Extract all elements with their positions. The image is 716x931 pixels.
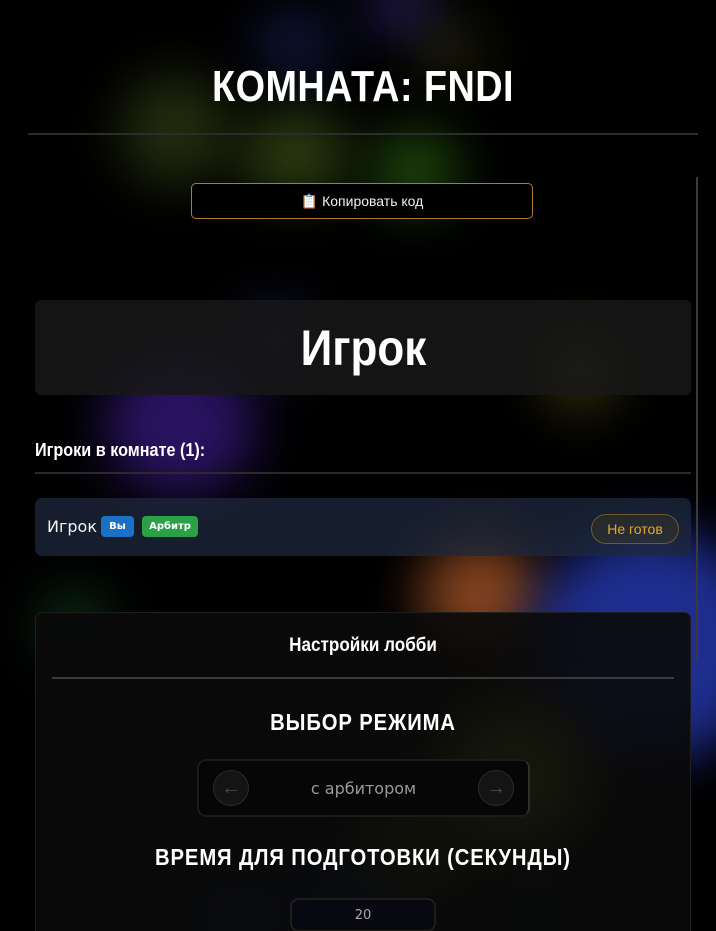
role-title: Игрок	[300, 319, 426, 376]
mode-section-title: ВЫБОР РЕЖИМА	[270, 709, 456, 735]
background-bokeh	[365, 0, 435, 35]
copy-code-label: Копировать код	[322, 193, 424, 209]
players-divider	[35, 472, 691, 474]
players-heading: Игроки в комнате (1):	[35, 440, 206, 460]
arbiter-badge: Арбитр	[142, 516, 198, 537]
settings-title: Настройки лобби	[289, 635, 437, 656]
role-card: Игрок	[35, 300, 691, 395]
mode-selector: ← с арбитором →	[197, 759, 530, 817]
settings-divider	[52, 677, 674, 679]
header-divider	[28, 133, 698, 135]
arrow-right-icon: →	[486, 776, 506, 799]
clipboard-icon: 📋	[300, 192, 319, 209]
room-title: КОМНАТА: FNDI	[212, 62, 514, 111]
player-name: Игрок	[47, 517, 97, 536]
ready-status-button[interactable]: Не готов	[591, 514, 679, 544]
copy-code-button[interactable]: 📋 Копировать код	[191, 183, 533, 219]
prep-time-title: ВРЕМЯ ДЛЯ ПОДГОТОВКИ (СЕКУНДЫ)	[155, 844, 571, 870]
prep-time-input[interactable]	[290, 898, 436, 931]
lobby-settings-panel: Настройки лобби ВЫБОР РЕЖИМА ← с арбитор…	[35, 612, 691, 931]
scrollbar[interactable]	[696, 177, 698, 662]
player-row: Игрок Вы Арбитр Не готов	[35, 498, 691, 556]
mode-next-button[interactable]: →	[478, 770, 514, 806]
lobby-page: КОМНАТА: FNDI 📋 Копировать код Игрок Игр…	[0, 0, 716, 931]
you-badge: Вы	[101, 516, 134, 537]
